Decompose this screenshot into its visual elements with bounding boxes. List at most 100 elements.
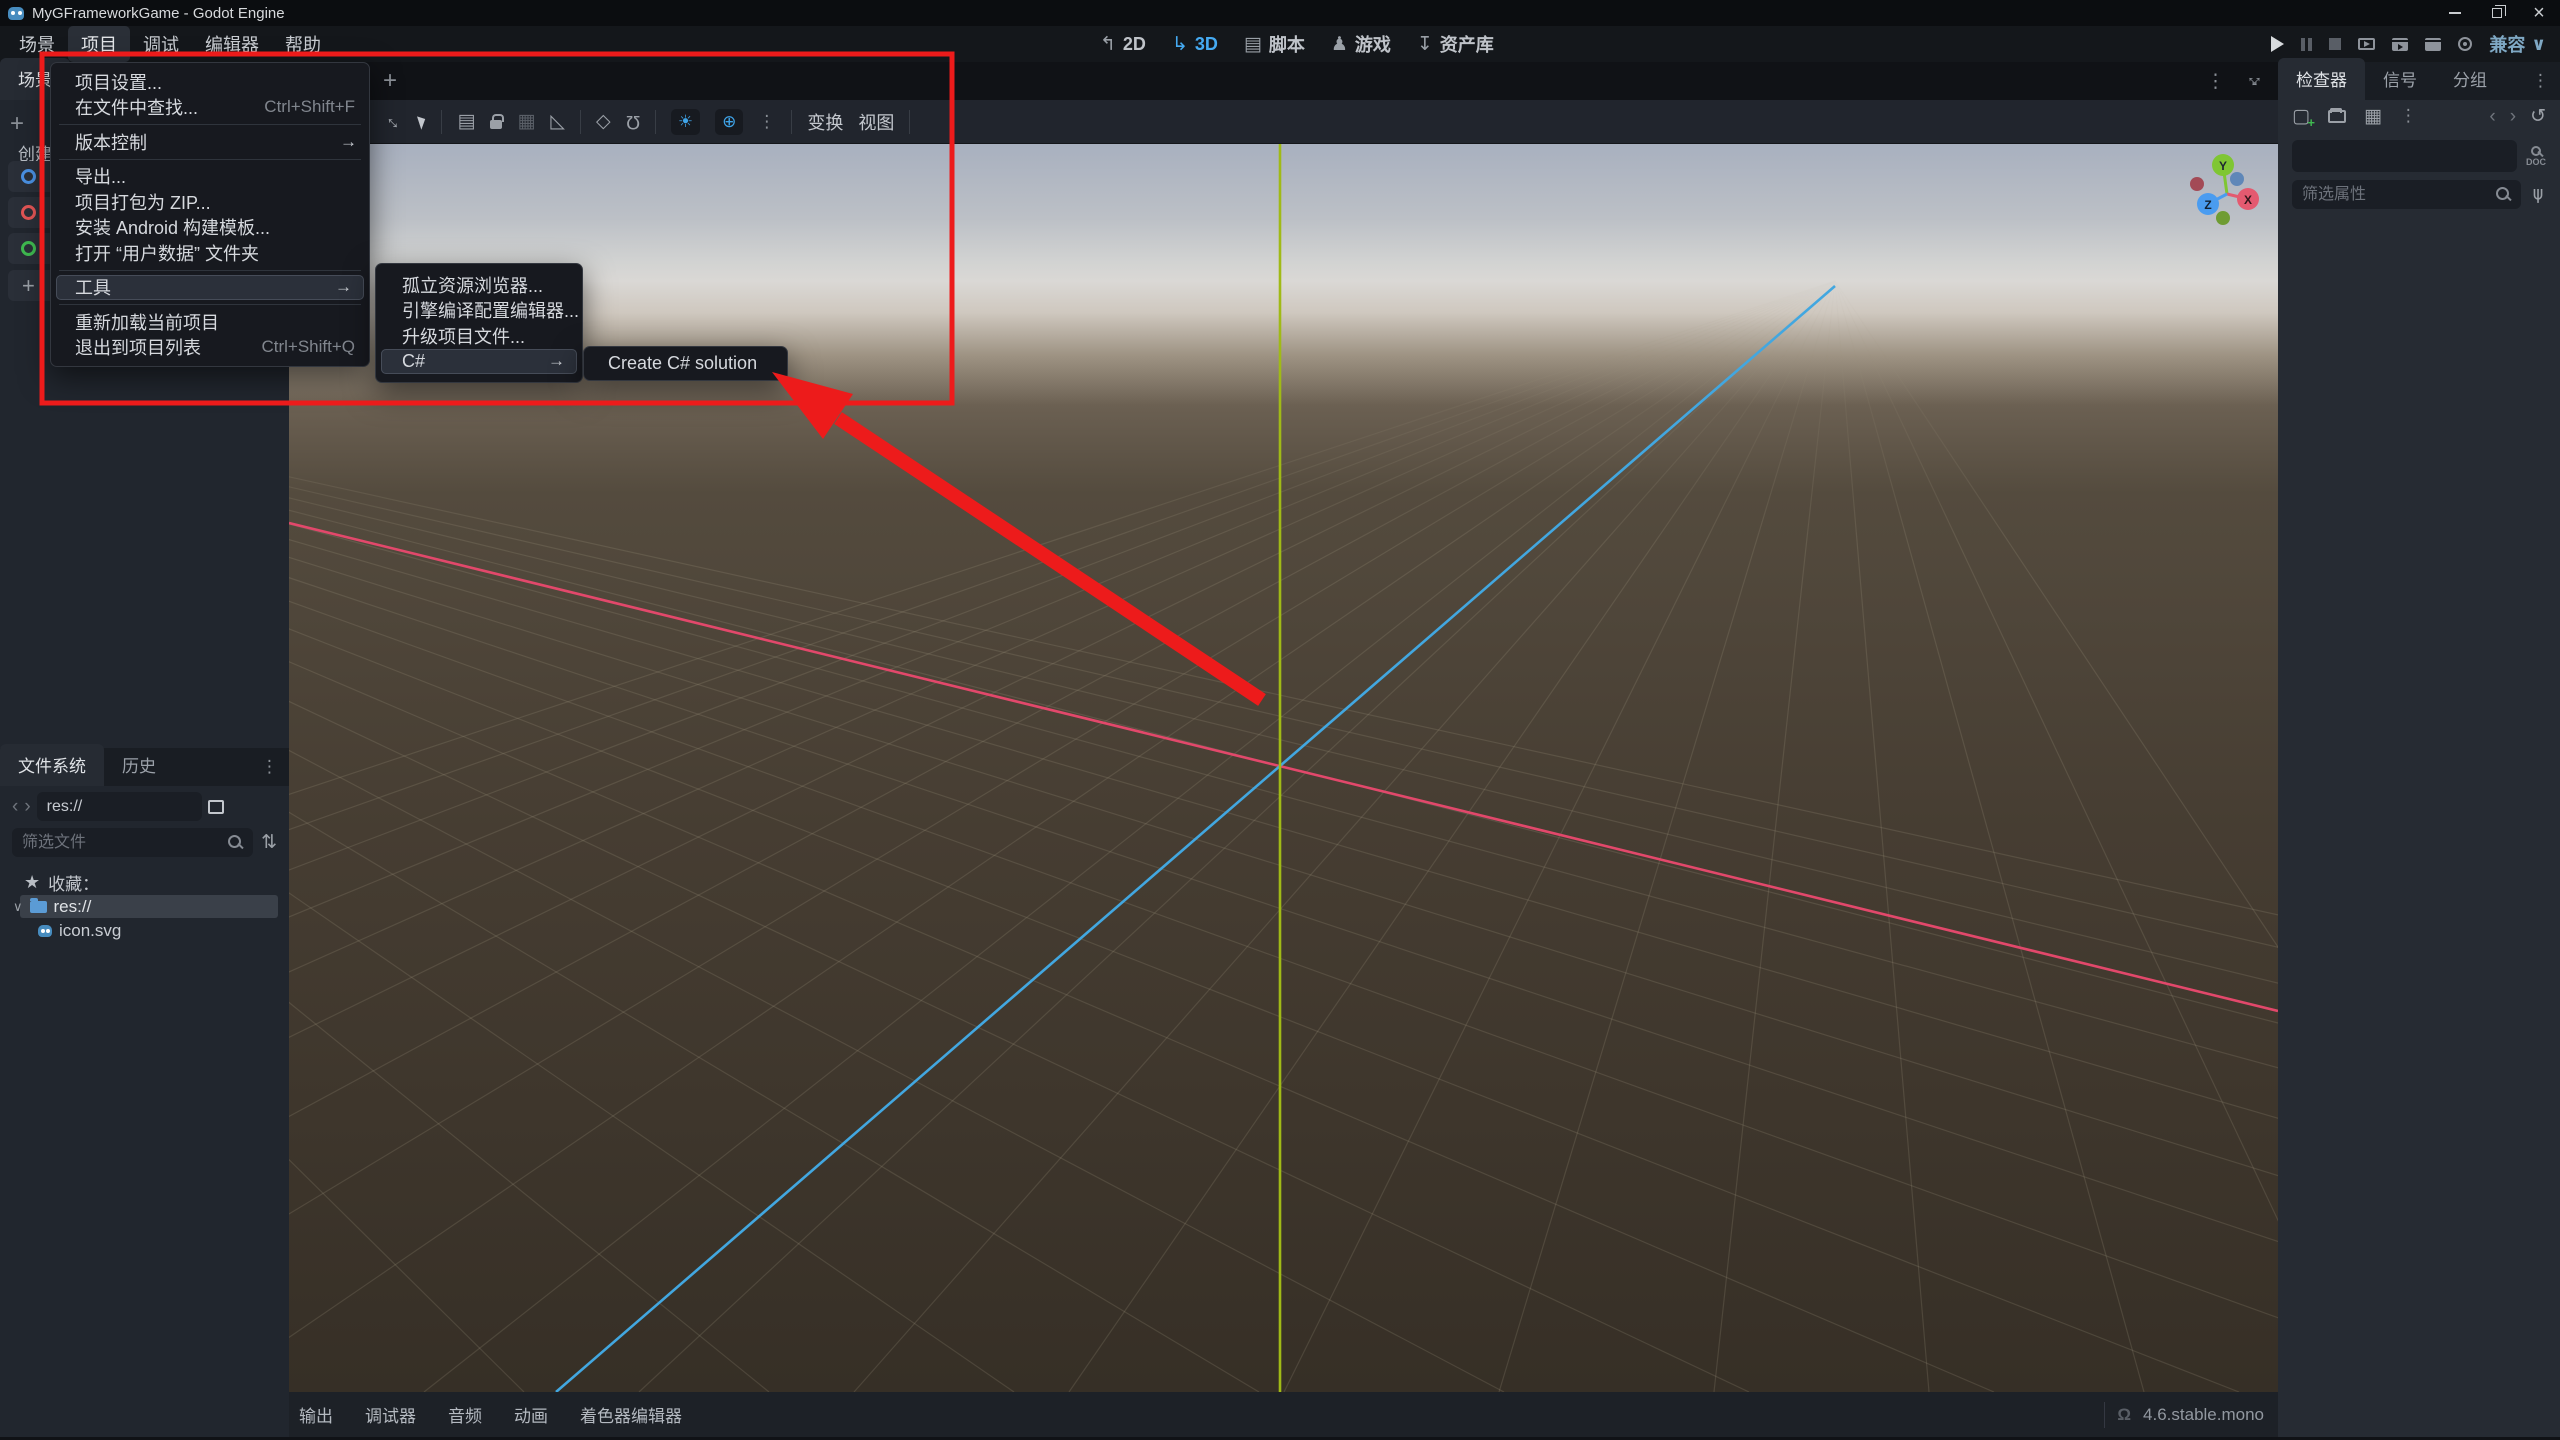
play-custom-scene-button[interactable] [2425, 37, 2442, 51]
tree-row-root[interactable]: ∨ res:// [13, 895, 278, 918]
menu-item-find-in-files[interactable]: 在文件中查找... Ctrl+Shift+F [51, 95, 369, 121]
tab-groups[interactable]: 分组 [2435, 58, 2505, 100]
panel-shader-editor[interactable]: 着色器编辑器 [580, 1402, 682, 1427]
viewport-toolbar: ○ ↔ ▤ ▦ ◺ ◇ Ω ☀ ⊕ ⋮ 变换 视图 [289, 100, 2278, 144]
csharp-submenu-popup: Create C# solution [583, 346, 788, 381]
movie-maker-button[interactable] [2458, 37, 2473, 51]
project-menu-popup: 项目设置... 在文件中查找... Ctrl+Shift+F 版本控制 → 导出..… [50, 62, 370, 367]
play-button[interactable] [2271, 36, 2285, 52]
menu-item-engine-compile-config[interactable]: 引擎编译配置编辑器... [376, 298, 582, 324]
menu-debug[interactable]: 调试 [130, 26, 192, 62]
tab-inspector[interactable]: 检查器 [2278, 58, 2365, 100]
expand-viewport-icon[interactable] [2246, 74, 2260, 88]
save-resource-icon[interactable]: ▦ [2364, 107, 2382, 126]
menu-editor[interactable]: 编辑器 [192, 26, 272, 62]
menu-item-csharp[interactable]: C# → [381, 348, 577, 374]
axis-gizmo[interactable]: Y X Z [2180, 146, 2278, 246]
menu-item-project-settings[interactable]: 项目设置... [51, 69, 369, 95]
transform-menu[interactable]: 变换 [807, 109, 843, 135]
tab-filesystem[interactable]: 文件系统 [0, 744, 104, 786]
new-resource-icon[interactable]: ▢ + [2292, 107, 2315, 129]
title-bar: MyGFrameworkGame - Godot Engine × [0, 0, 2560, 26]
renderer-selector[interactable]: 兼容 ∨ [2489, 31, 2546, 57]
play-scene-button[interactable] [2392, 37, 2409, 51]
history-back-icon[interactable]: ‹ [2489, 107, 2495, 126]
menu-item-open-user-data-folder[interactable]: 打开 “用户数据” 文件夹 [51, 240, 369, 266]
filesystem-menu-icon[interactable]: ⋮ [261, 757, 289, 786]
restore-icon [2492, 5, 2506, 18]
godot-app-icon [8, 6, 24, 20]
menu-item-install-android-template[interactable]: 安装 Android 构建模板... [51, 215, 369, 241]
scene-tabs-menu-icon[interactable]: ⋮ [2206, 70, 2226, 93]
nav-back-icon[interactable]: ‹ [12, 797, 18, 816]
view-menu[interactable]: 视图 [858, 109, 894, 135]
panel-output[interactable]: 输出 [299, 1402, 333, 1427]
restore-button[interactable] [2476, 0, 2518, 26]
workspace-2d[interactable]: ↰ 2D [1100, 33, 1146, 56]
scale-mode-icon[interactable]: ↔ [381, 107, 409, 135]
viewport-3d[interactable]: Y X Z [289, 144, 2278, 1392]
menu-item-upgrade-project-files[interactable]: 升级项目文件... [376, 323, 582, 349]
nav-forward-icon[interactable]: › [24, 797, 30, 816]
snap-magnet-icon[interactable]: Ω [626, 111, 640, 132]
sort-icon[interactable]: ⇅ [261, 833, 277, 852]
panel-audio[interactable]: 音频 [448, 1402, 482, 1427]
ruler-icon[interactable]: ◺ [550, 112, 565, 131]
collapse-icon[interactable]: ∨ [13, 899, 23, 915]
stop-button[interactable] [2329, 38, 2342, 50]
gizmo-neg-z[interactable] [2230, 172, 2244, 186]
pause-button[interactable] [2301, 37, 2313, 51]
inspector-menu-icon[interactable]: ⋮ [2532, 71, 2560, 100]
resource-extra-icon[interactable]: ⋮ [2400, 106, 2418, 126]
filesystem-dock: 文件系统 历史 ⋮ ‹ › res:// ⇅ ★ 收藏： ∨ res:// [0, 744, 289, 1440]
file-filter-input[interactable] [12, 828, 254, 857]
tree-row-file[interactable]: icon.svg [38, 921, 121, 941]
panel-animation[interactable]: 动画 [514, 1402, 548, 1427]
menu-item-orphan-resource-explorer[interactable]: 孤立资源浏览器... [376, 272, 582, 298]
notification-bell-icon[interactable]: Ω [2117, 1405, 2131, 1425]
new-scene-tab-button[interactable]: + [383, 67, 397, 95]
menu-item-export[interactable]: 导出... [51, 164, 369, 190]
menu-item-create-csharp-solution[interactable]: Create C# solution [584, 351, 787, 376]
group-icon[interactable]: ▦ [517, 112, 535, 131]
tab-signals[interactable]: 信号 [2365, 58, 2435, 100]
sun-toggle[interactable]: ☀ [670, 108, 701, 135]
menu-scene[interactable]: 场景 [6, 26, 68, 62]
gizmo-neg-y[interactable] [2216, 211, 2230, 225]
menu-item-version-control[interactable]: 版本控制 → [51, 129, 369, 155]
snap-object-icon[interactable]: ◇ [596, 112, 611, 131]
menu-item-pack-zip[interactable]: 项目打包为 ZIP... [51, 189, 369, 215]
menu-item-quit-to-project-list[interactable]: 退出到项目列表 Ctrl+Shift+Q [51, 335, 369, 361]
doc-search-icon[interactable]: DOC [2526, 145, 2546, 167]
tab-history[interactable]: 历史 [104, 744, 174, 786]
game-icon: ♟ [1330, 33, 1348, 55]
workspace-3d[interactable]: ↳ 3D [1172, 33, 1218, 56]
menu-item-tools[interactable]: 工具 → [56, 274, 364, 300]
select-list-icon[interactable]: ▤ [457, 112, 475, 131]
environment-toggle[interactable]: ⊕ [715, 108, 744, 135]
menu-project[interactable]: 项目 [68, 26, 130, 62]
property-tools-icon[interactable]: ⋔ [2530, 184, 2546, 205]
select-mode-icon[interactable] [417, 113, 429, 130]
split-view-icon[interactable] [207, 799, 224, 814]
object-history-icon[interactable]: ↺ [2530, 107, 2546, 126]
resource-name-bar[interactable] [2292, 140, 2517, 172]
workspace-assetlib[interactable]: ↧ 资产库 [1417, 31, 1494, 57]
path-breadcrumb[interactable]: res:// [36, 792, 202, 821]
workspace-script[interactable]: ▤ 脚本 [1244, 31, 1305, 57]
menu-help[interactable]: 帮助 [272, 26, 334, 62]
minimize-button[interactable] [2434, 0, 2476, 26]
bottom-panel-bar: 输出 调试器 音频 动画 着色器编辑器 Ω 4.6.stable.mono [289, 1392, 2278, 1437]
workspace-game[interactable]: ♟ 游戏 [1331, 31, 1391, 57]
history-forward-icon[interactable]: › [2510, 107, 2516, 126]
menu-item-reload-project[interactable]: 重新加载当前项目 [51, 309, 369, 335]
play-remote-button[interactable] [2358, 38, 2376, 50]
viewport-extra-menu-icon[interactable]: ⋮ [758, 112, 776, 132]
close-button[interactable]: × [2518, 0, 2560, 26]
panel-debugger[interactable]: 调试器 [365, 1402, 416, 1427]
property-filter-input[interactable] [2292, 180, 2522, 209]
load-resource-icon[interactable] [2327, 107, 2346, 123]
gizmo-neg-x[interactable] [2190, 177, 2204, 191]
lock-icon[interactable] [490, 114, 505, 129]
add-node-button[interactable]: + [10, 110, 24, 138]
